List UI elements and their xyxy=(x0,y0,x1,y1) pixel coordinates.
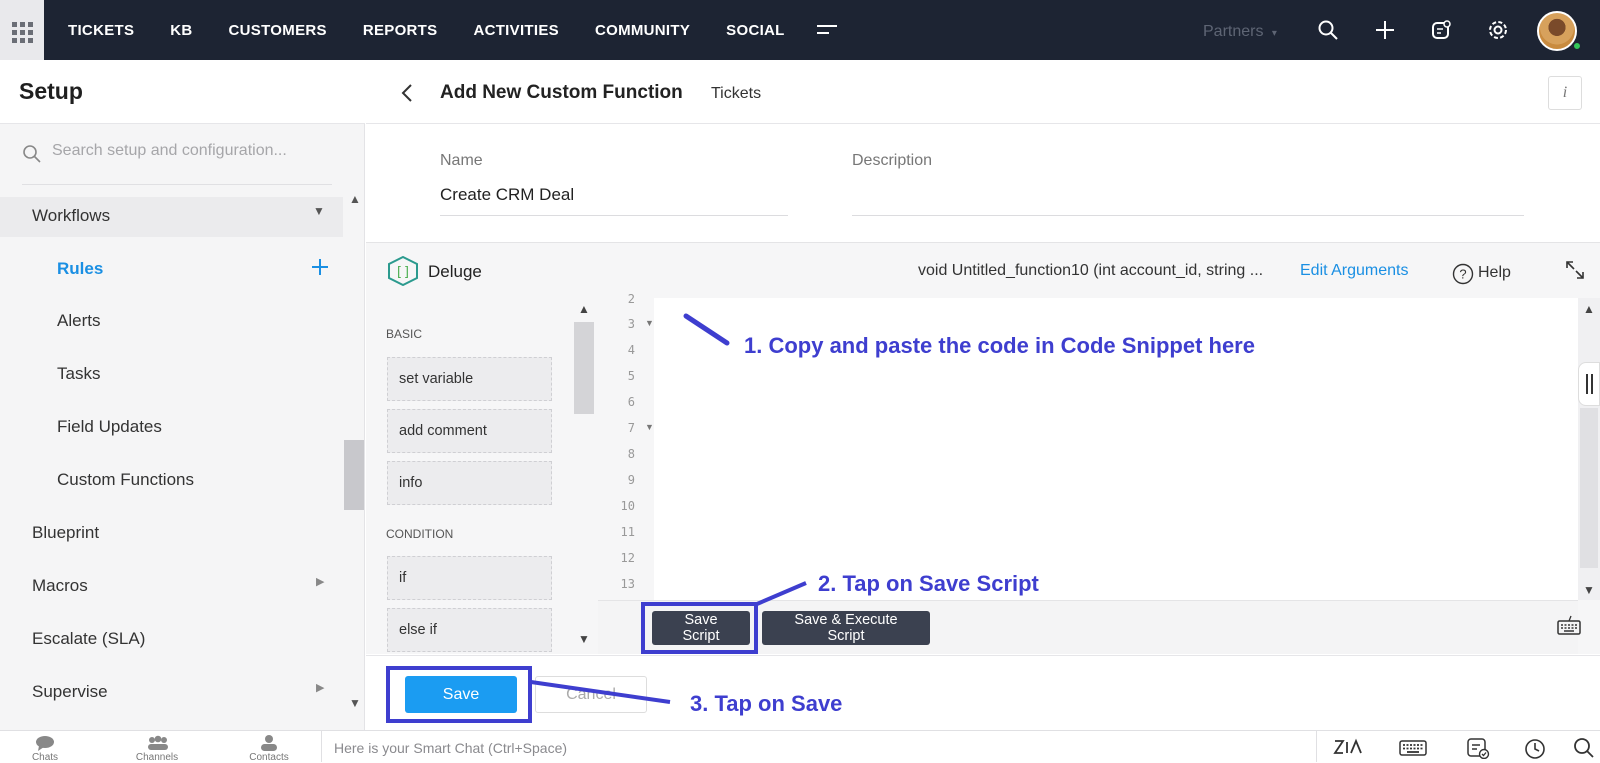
channels-tab[interactable]: Channels xyxy=(127,752,187,763)
save-highlight xyxy=(386,666,532,723)
annotation-step-3: 3. Tap on Save xyxy=(690,691,843,716)
search-icon[interactable] xyxy=(1573,737,1595,759)
smart-chat-input[interactable]: Here is your Smart Chat (Ctrl+Space) xyxy=(334,740,567,756)
chats-tab[interactable]: Chats xyxy=(15,752,75,763)
keyboard-icon[interactable] xyxy=(1399,740,1427,756)
save-script-highlight xyxy=(641,602,758,654)
channels-icon[interactable] xyxy=(147,735,169,751)
annotation-step-1: 1. Copy and paste the code in Code Snipp… xyxy=(744,333,1255,358)
chat-icon[interactable] xyxy=(35,735,55,751)
task-icon[interactable] xyxy=(1466,737,1490,759)
bottom-divider xyxy=(1316,731,1317,762)
annotation-lines xyxy=(530,313,807,704)
bottom-divider xyxy=(321,731,322,762)
contacts-icon[interactable] xyxy=(260,734,278,751)
contacts-tab[interactable]: Contacts xyxy=(239,752,299,763)
clock-icon[interactable] xyxy=(1524,738,1546,760)
zia-icon[interactable] xyxy=(1333,738,1363,756)
annotation-step-2: 2. Tap on Save Script xyxy=(818,571,1039,596)
